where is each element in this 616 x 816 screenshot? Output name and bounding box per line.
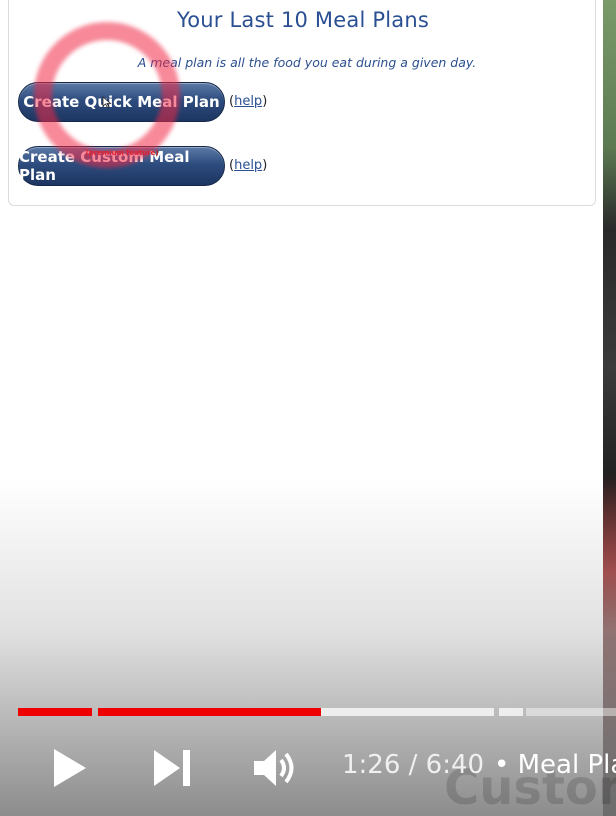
progress-bar[interactable] [18,708,616,716]
play-icon[interactable] [50,745,90,791]
cursor-icon [102,96,112,108]
next-icon[interactable] [150,748,194,788]
help-paren-close: ) [262,158,268,173]
progress-played-chapter-1 [18,708,92,716]
help-link[interactable]: help [234,158,262,173]
help-link-quick: (help) [229,94,267,109]
help-link[interactable]: help [234,94,262,109]
premium-feature-label: (premium feature) [85,149,159,157]
create-quick-meal-plan-button[interactable]: Create Quick Meal Plan [18,82,225,122]
progress-buffered [321,708,494,716]
time-display: 1:26 / 6:40 [342,750,485,780]
progress-remaining-chapter [499,708,523,716]
progress-remaining [526,708,616,716]
help-paren-close: ) [262,94,268,109]
volume-icon[interactable] [252,748,300,788]
chapter-title[interactable]: • Meal Pla [494,750,616,780]
card-subtitle: A meal plan is all the food you eat duri… [137,55,477,70]
page-title: Your Last 10 Meal Plans [177,8,429,32]
help-link-custom: (help) [229,158,267,173]
progress-played-chapter-2 [98,708,321,716]
